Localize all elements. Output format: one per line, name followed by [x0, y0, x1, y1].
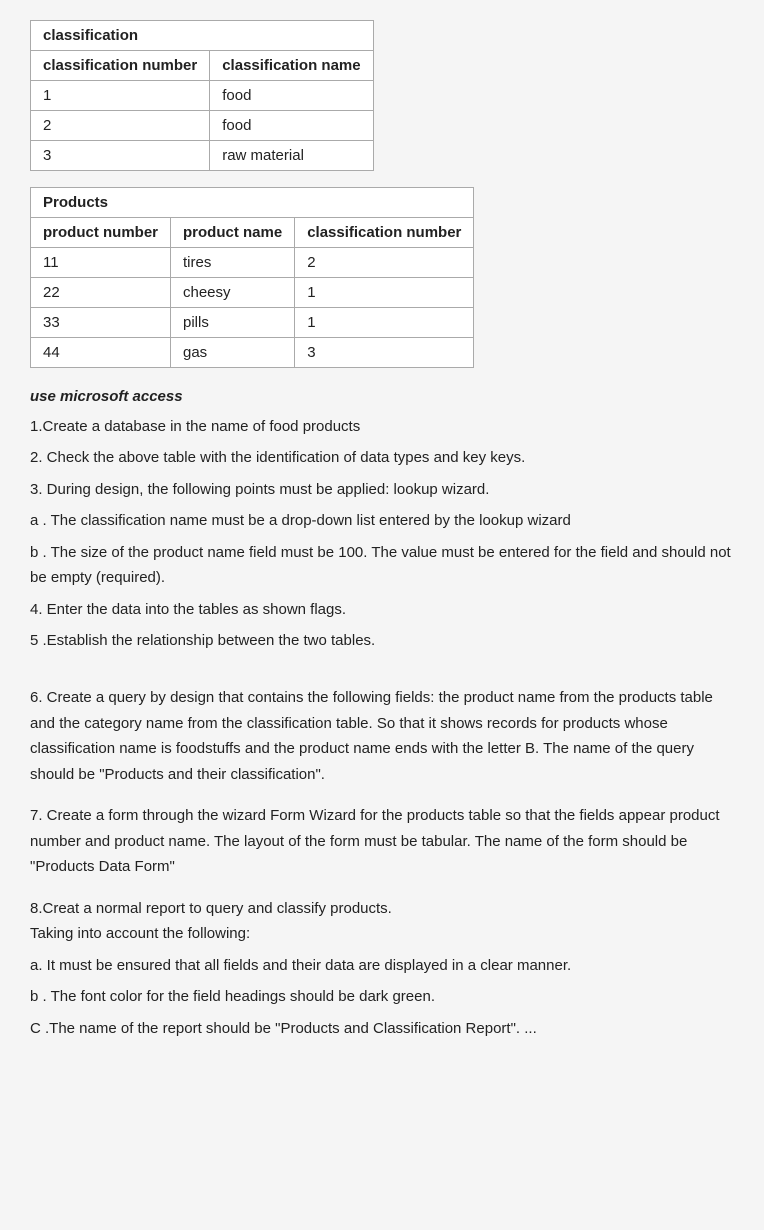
instruction-6: 6. Create a query by design that contain…: [30, 685, 734, 787]
col-product-name: product name: [171, 218, 295, 248]
class-name-1: food: [210, 81, 373, 111]
instruction-3a: a . The classification name must be a dr…: [30, 508, 734, 534]
prod-name-1: tires: [171, 248, 295, 278]
table-row: 2 food: [31, 111, 374, 141]
col-classification-name: classification name: [210, 51, 373, 81]
products-section-title: Products: [31, 188, 474, 218]
prod-class-3: 1: [295, 308, 474, 338]
instruction-8a: a. It must be ensured that all fields an…: [30, 953, 734, 979]
table-row: 44 gas 3: [31, 338, 474, 368]
class-num-1: 1: [31, 81, 210, 111]
prod-num-2: 22: [31, 278, 171, 308]
instructions-section: use microsoft access 1.Create a database…: [30, 384, 734, 1041]
prod-name-3: pills: [171, 308, 295, 338]
classification-section: classification classification number cla…: [30, 20, 734, 171]
instruction-8: 8.Creat a normal report to query and cla…: [30, 896, 734, 947]
instruction-7: 7. Create a form through the wizard Form…: [30, 803, 734, 880]
instruction-8c: C .The name of the report should be "Pro…: [30, 1016, 734, 1042]
class-name-3: raw material: [210, 141, 373, 171]
products-column-headers: product number product name classificati…: [31, 218, 474, 248]
instruction-3b: b . The size of the product name field m…: [30, 540, 734, 591]
classification-table: classification classification number cla…: [30, 20, 374, 171]
table-row: 22 cheesy 1: [31, 278, 474, 308]
prod-num-1: 11: [31, 248, 171, 278]
class-num-2: 2: [31, 111, 210, 141]
prod-name-2: cheesy: [171, 278, 295, 308]
instruction-3: 3. During design, the following points m…: [30, 477, 734, 503]
table-row: 33 pills 1: [31, 308, 474, 338]
class-name-2: food: [210, 111, 373, 141]
products-header-row: Products: [31, 188, 474, 218]
instruction-4: 4. Enter the data into the tables as sho…: [30, 597, 734, 623]
prod-num-4: 44: [31, 338, 171, 368]
products-table: Products product number product name cla…: [30, 187, 474, 368]
class-num-3: 3: [31, 141, 210, 171]
instruction-1: 1.Create a database in the name of food …: [30, 414, 734, 440]
instruction-2: 2. Check the above table with the identi…: [30, 445, 734, 471]
table-row: 11 tires 2: [31, 248, 474, 278]
col-classification-number: classification number: [31, 51, 210, 81]
instruction-5: 5 .Establish the relationship between th…: [30, 628, 734, 654]
products-section: Products product number product name cla…: [30, 187, 734, 368]
classification-header-row: classification: [31, 21, 374, 51]
instruction-8b: b . The font color for the field heading…: [30, 984, 734, 1010]
prod-num-3: 33: [31, 308, 171, 338]
prod-class-4: 3: [295, 338, 474, 368]
prod-name-4: gas: [171, 338, 295, 368]
prod-class-1: 2: [295, 248, 474, 278]
classification-column-headers: classification number classification nam…: [31, 51, 374, 81]
prod-class-2: 1: [295, 278, 474, 308]
instructions-heading: use microsoft access: [30, 384, 734, 410]
col-product-number: product number: [31, 218, 171, 248]
table-row: 3 raw material: [31, 141, 374, 171]
col-classification-number: classification number: [295, 218, 474, 248]
classification-section-title: classification: [31, 21, 374, 51]
table-row: 1 food: [31, 81, 374, 111]
